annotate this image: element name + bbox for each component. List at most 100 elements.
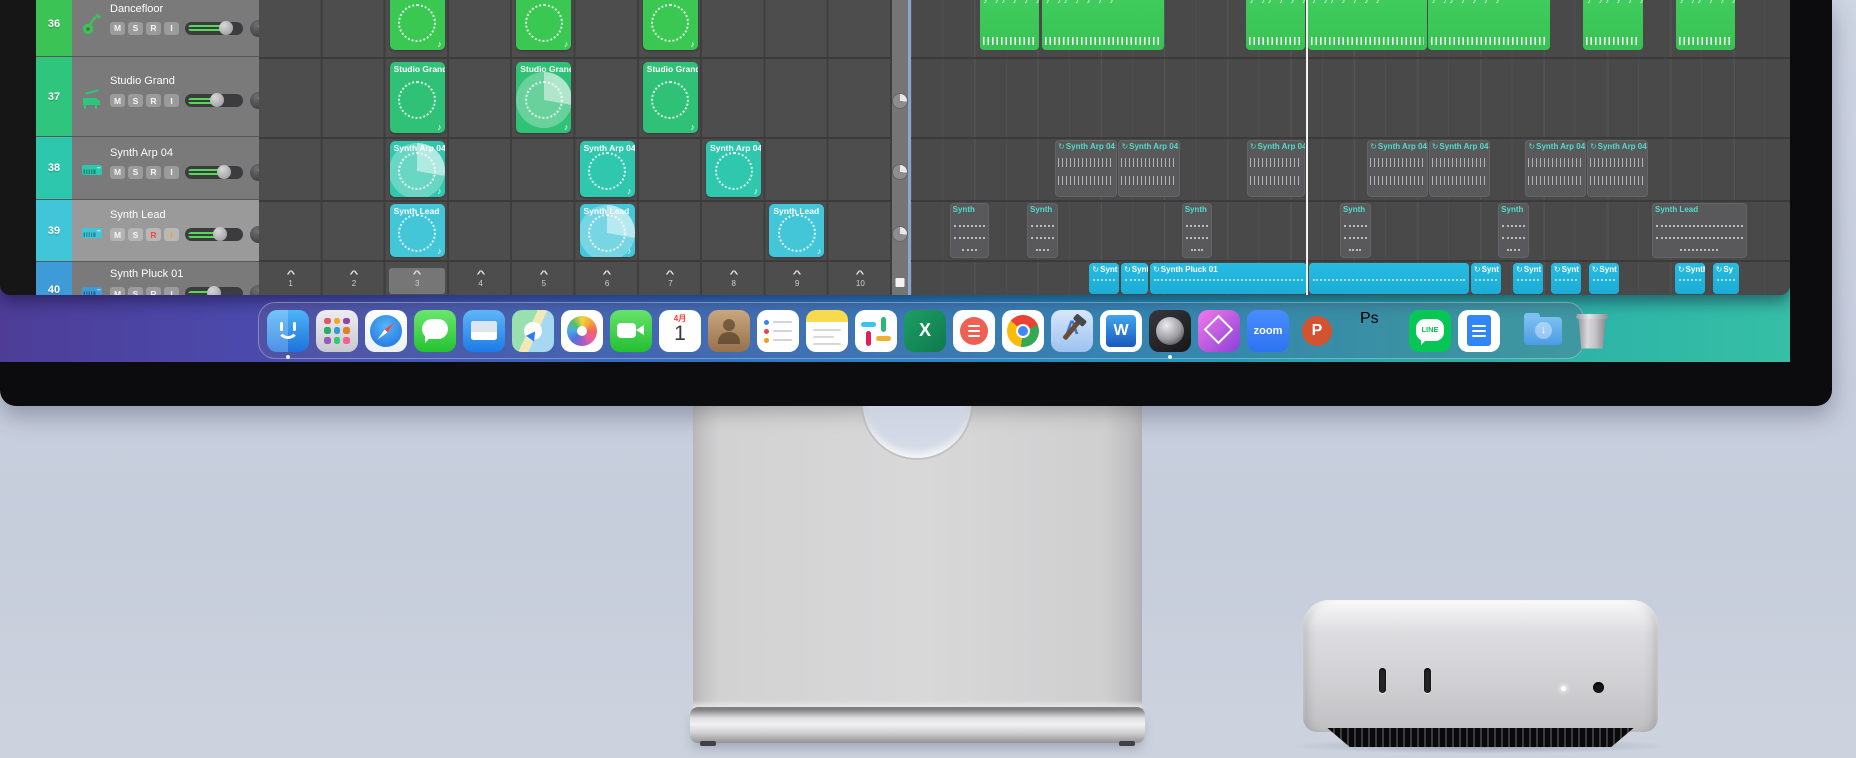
volume-slider[interactable] [185, 164, 243, 179]
dock-icon-maps[interactable] [512, 309, 554, 352]
region-track36-7[interactable]: ♪ ♪♪ ♪ ♪ ♪ ♪ [1675, 0, 1736, 50]
dock-icon-chat[interactable] [953, 309, 995, 352]
track-header-36[interactable]: 36 Dancefloor M S R I [36, 0, 259, 57]
pan-knob[interactable] [250, 226, 259, 243]
track-r-button[interactable]: R [146, 94, 161, 107]
volume-slider[interactable] [185, 93, 243, 107]
track-s-button[interactable]: S [128, 21, 143, 35]
region-track38-3[interactable]: ↻Synth Arp 04 [1246, 140, 1305, 197]
region-track40-3[interactable]: ↻Synth Pluck 01 [1150, 263, 1307, 294]
dock-icon-launchpad[interactable] [316, 309, 358, 352]
dock-icon-notes[interactable] [806, 309, 848, 352]
dock-icon-line[interactable]: LINE [1409, 309, 1451, 352]
loop-cell-track39-scene3[interactable]: Synth Lead ♪ [389, 204, 445, 257]
dock-icon-finder[interactable] [267, 309, 309, 359]
track-name[interactable]: Dancefloor [110, 3, 163, 15]
loop-cell-track39-scene6[interactable]: Synth Lead♪ [579, 204, 635, 257]
region-track39-2[interactable]: Synth [1027, 203, 1058, 258]
volume-slider[interactable] [185, 227, 243, 241]
track-i-button[interactable]: I [164, 165, 179, 179]
dock-icon-safari[interactable] [365, 309, 407, 352]
loop-cell-track36-scene7[interactable]: ♪ [642, 0, 698, 50]
region-track40-7[interactable]: ↻Synt [1550, 263, 1581, 294]
region-track39-1[interactable]: Synth [949, 203, 990, 258]
dock-icon-messages[interactable] [414, 309, 456, 352]
region-track40-6[interactable]: ↻Synt [1513, 263, 1543, 294]
track-r-button[interactable]: R [146, 228, 161, 241]
loop-cell-track37-scene7[interactable]: Studio Grand ♪ [642, 62, 698, 133]
loop-cell-track38-scene6[interactable]: Synth Arp 04 ♪ [579, 141, 635, 197]
track-m-button[interactable]: M [110, 94, 125, 107]
track-m-button[interactable]: M [110, 228, 125, 241]
loop-cell-track37-scene5[interactable]: Studio Grand ♪ [516, 62, 572, 133]
region-track38-4[interactable]: ↻Synth Arp 04 [1367, 140, 1428, 197]
loop-cell-track38-scene8[interactable]: Synth Arp 04 ♪ [706, 141, 762, 197]
track-header-40[interactable]: 40 Synth Pluck 01 M S R I [36, 262, 259, 295]
volume-slider[interactable] [185, 286, 243, 295]
track-s-button[interactable]: S [128, 165, 143, 179]
region-track38-1[interactable]: ↻Synth Arp 04 [1055, 140, 1117, 197]
dock-icon-logic[interactable] [1149, 309, 1191, 359]
region-track39-5[interactable]: Synth [1498, 203, 1529, 258]
pan-knob[interactable] [250, 163, 259, 181]
dock-icon-photos[interactable] [561, 309, 603, 352]
region-track38-2[interactable]: ↻Synth Arp 04 [1118, 140, 1180, 197]
region-track38-7[interactable]: ↻Synth Arp 04 [1586, 140, 1649, 197]
region-track38-6[interactable]: ↻Synth Arp 04 [1525, 140, 1587, 197]
region-track36-2[interactable]: ♪ ♪♪ ♪ ♪ ♪ ♪ [1041, 0, 1165, 50]
dock-icon-xcode[interactable]: A [1051, 309, 1093, 352]
playhead[interactable] [1305, 0, 1308, 295]
track-s-button[interactable]: S [128, 228, 143, 241]
track-s-button[interactable]: S [128, 287, 143, 295]
region-track40-1[interactable]: ↻Synt [1089, 263, 1120, 294]
track-r-button[interactable]: R [146, 287, 161, 295]
region-track36-1[interactable]: ♪ ♪♪ ♪ ♪ ♪ ♪ [979, 0, 1040, 50]
region-track40-10[interactable]: ↻Sy [1712, 263, 1739, 294]
track-name[interactable]: Synth Arp 04 [110, 147, 173, 159]
track-m-button[interactable]: M [110, 165, 125, 179]
track-r-button[interactable]: R [146, 21, 161, 35]
region-track40-9[interactable]: ↻Synth [1674, 263, 1705, 294]
track-s-button[interactable]: S [128, 94, 143, 107]
dock-icon-docs[interactable] [1458, 309, 1500, 352]
volume-knob[interactable] [218, 20, 233, 35]
volume-knob[interactable] [216, 164, 231, 179]
volume-knob[interactable] [206, 286, 221, 295]
volume-knob[interactable] [210, 93, 225, 107]
cell-progress-pie[interactable] [893, 227, 907, 242]
dock-icon-reminders[interactable] [757, 309, 799, 352]
loop-cell-track39-scene9[interactable]: Synth Lead ♪ [769, 204, 825, 257]
track-header-38[interactable]: 38 Synth Arp 04 M S R I [36, 137, 259, 200]
region-track40-2[interactable]: ↻Synt [1121, 263, 1149, 294]
pan-knob[interactable] [250, 92, 259, 109]
region-track36-5[interactable]: ♪ ♪♪ ♪ ♪ ♪ ♪ [1427, 0, 1551, 50]
stop-icon[interactable] [895, 278, 905, 287]
dock-icon-slack[interactable] [855, 309, 897, 352]
loop-cell-track38-scene3[interactable]: Synth Arp 04♪ [389, 141, 445, 197]
region-track38-5[interactable]: ↻Synth Arp 04 [1428, 140, 1491, 197]
loop-cell-track36-scene5[interactable]: ♪ [516, 0, 572, 50]
dock-icon-downloads[interactable]: ↓ [1522, 310, 1564, 352]
loop-cell-track37-scene3[interactable]: Studio Grand ♪ [389, 62, 445, 133]
live-loops-grid[interactable]: ♪ ♪ ♪ Studio Grand ♪ Studio Grand ♪ Studio Gran… [259, 0, 892, 295]
region-track40-5[interactable]: ↻Synt [1470, 263, 1501, 294]
track-i-button[interactable]: I [164, 287, 179, 295]
volume-knob[interactable] [212, 227, 227, 241]
region-track39-3[interactable]: Synth [1181, 203, 1213, 258]
track-name[interactable]: Synth Pluck 01 [110, 268, 183, 280]
dock-icon-chrome[interactable] [1002, 309, 1044, 352]
dock-icon-trash[interactable] [1571, 310, 1613, 352]
dock-icon-mail[interactable] [463, 309, 505, 352]
track-r-button[interactable]: R [146, 165, 161, 179]
tracks-timeline-area[interactable]: ♪ ♪♪ ♪ ♪ ♪ ♪ ♪ ♪ ♪ ♪ ♪ ♪ ♪ ♪ ♪ ♪ ♪ ♪ ♪ ♪ ♪… [911, 0, 1790, 295]
track-header-39[interactable]: 39 Synth Lead M S R I [36, 200, 259, 262]
region-track36-3[interactable]: ♪ ♪♪ ♪ ♪ ♪ ♪ [1245, 0, 1305, 50]
track-header-37[interactable]: 37 Studio Grand M S R I [36, 57, 259, 137]
track-name[interactable]: Studio Grand [110, 75, 175, 87]
dock-icon-calendar[interactable]: 4月 1 [659, 309, 701, 352]
dock-icon-photoshop[interactable]: Ps [1360, 310, 1402, 352]
loop-cell-track36-scene3[interactable]: ♪ [389, 0, 445, 50]
region-track36-4[interactable]: ♪ ♪♪ ♪ ♪ ♪ ♪ [1308, 0, 1427, 50]
region-track36-6[interactable]: ♪ ♪♪ ♪ ♪ ♪ ♪ [1583, 0, 1644, 50]
region-track39-6[interactable]: Synth Lead [1651, 203, 1747, 258]
